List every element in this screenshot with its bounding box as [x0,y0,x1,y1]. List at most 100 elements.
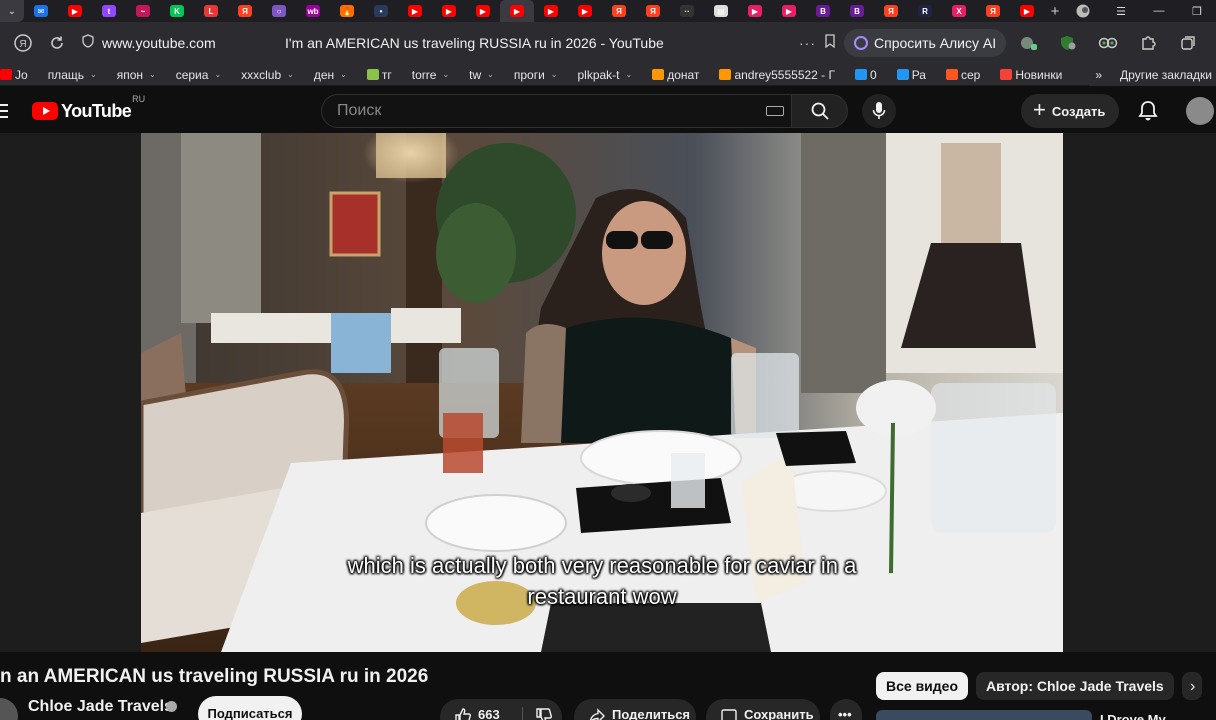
bookmarks-overflow-button[interactable]: » [1095,68,1102,82]
yandex-icon: Я [646,5,660,17]
filter-chip[interactable]: Все видео [876,672,969,700]
bookmark-item[interactable]: тг [366,68,392,82]
bookmark-item[interactable]: tw ⌄ [469,68,494,82]
extension-eyes-icon[interactable] [1090,28,1126,58]
voice-search-button[interactable] [862,94,896,128]
browser-tab[interactable]: ▶ [466,0,500,22]
bookmark-item[interactable]: япон ⌄ [117,68,156,82]
guide-menu-icon[interactable] [0,104,10,118]
bookmark-item[interactable]: xxxclub ⌄ [241,68,294,82]
browser-tab[interactable]: K [160,0,194,22]
save-button[interactable]: Сохранить [706,699,820,720]
share-button[interactable]: Поделиться [574,699,696,720]
browser-tab[interactable]: B [806,0,840,22]
menu-icon[interactable]: ☰ [1102,0,1140,22]
browser-tab[interactable]: ▶ [772,0,806,22]
alice-label: Спросить Алису AI [874,35,997,51]
reload-icon[interactable] [42,28,72,58]
tab-list-button[interactable]: ⌄ [0,0,24,22]
bookmark-item[interactable]: 0 [855,68,877,82]
browser-tab[interactable]: ▶ [738,0,772,22]
bookmark-item[interactable]: проги ⌄ [514,68,558,82]
channel-avatar[interactable] [0,698,18,720]
bookmark-label: xxxclub [241,67,282,82]
extensions-puzzle-icon[interactable] [1130,28,1166,58]
restore-button[interactable]: ❐ [1178,0,1216,22]
browser-tab[interactable]: ▤ [704,0,738,22]
filter-chip[interactable]: Автор: Chloe Jade Travels [976,672,1174,700]
more-icon[interactable]: ··· [799,35,816,51]
browser-tab[interactable]: B [840,0,874,22]
browser-tab[interactable]: ○ [262,0,296,22]
bookmark-item[interactable]: Jo [0,68,28,82]
subscribe-button[interactable]: Подписаться [198,696,302,720]
verified-badge-icon [166,701,177,712]
profile-icon[interactable] [1064,0,1102,22]
bookmark-item[interactable]: донат [652,68,699,82]
bookmark-item[interactable]: Новинки [1000,68,1062,82]
bookmark-label: япон [116,67,143,82]
recommended-thumbnail[interactable] [876,710,1092,720]
browser-tab[interactable]: Я [636,0,670,22]
alice-button[interactable]: Спросить Алису AI [844,29,1007,57]
browser-tab[interactable]: L [194,0,228,22]
search-input[interactable] [321,94,792,128]
browser-tab[interactable]: wb [296,0,330,22]
browser-tab[interactable]: t [92,0,126,22]
browser-tab[interactable]: ·· [670,0,704,22]
ring-icon: ○ [272,5,286,17]
recommended-title[interactable]: I Drove My [1100,712,1166,720]
browser-tab[interactable]: Я [228,0,262,22]
browser-tab[interactable]: ▶ [500,0,534,22]
bookmark-item[interactable]: ден ⌄ [314,68,347,82]
new-tab-button[interactable]: + [1044,0,1066,22]
browser-tab[interactable]: ▶ [534,0,568,22]
bookmark-item[interactable]: сер [945,68,980,82]
browser-tab[interactable]: ▶ [398,0,432,22]
browser-tab[interactable]: ▶ [568,0,602,22]
keyboard-icon[interactable] [766,106,784,116]
youtube-logo[interactable]: YouTube RU [32,94,145,122]
minimize-button[interactable]: — [1140,0,1178,22]
bookmark-item[interactable]: сериа ⌄ [176,68,221,82]
browser-tab[interactable]: X [942,0,976,22]
account-avatar[interactable] [1186,97,1214,125]
video-player[interactable]: which is actually both very reasonable f… [141,133,1063,652]
extension-shield-icon[interactable] [1050,28,1086,58]
notifications-bell-icon[interactable] [1138,100,1158,127]
chevron-down-icon: ⌄ [287,70,294,79]
browser-tab[interactable]: ~ [126,0,160,22]
more-actions-button[interactable]: ••• [830,699,862,720]
bookmark-icon[interactable] [824,33,836,53]
other-bookmarks-folder[interactable]: Другие закладки [1120,68,1212,82]
browser-tab[interactable]: Я [976,0,1010,22]
collections-icon[interactable] [1170,28,1206,58]
bookmark-label: проги [513,67,545,82]
browser-tab[interactable]: ✉ [24,0,58,22]
browser-tab[interactable]: 🔥 [330,0,364,22]
like-button[interactable]: 663 [440,699,562,720]
bookmark-item[interactable]: andrey5555522 - Г [719,68,835,82]
browser-tab[interactable]: ▶ [432,0,466,22]
fire-icon: 🔥 [340,5,354,17]
create-button[interactable]: + Создать [1021,94,1120,128]
channel-name[interactable]: Chloe Jade Travels [28,698,173,716]
browser-tab[interactable]: ▶ [58,0,92,22]
bookmark-item[interactable]: torre ⌄ [412,68,449,82]
video-title: n an AMERICAN us traveling RUSSIA ru in … [0,666,429,687]
bookmark-item[interactable]: Ра [896,68,926,82]
browser-tab[interactable]: • [364,0,398,22]
bookmark-item[interactable]: plkpak-t ⌄ [577,68,632,82]
svg-text:Я: Я [19,39,26,50]
url-field[interactable]: www.youtube.com I'm an AMERICAN us trave… [76,28,836,58]
bookmark-item[interactable]: плащь ⌄ [48,68,97,82]
browser-tab[interactable]: Я [874,0,908,22]
yandex-home-icon[interactable]: Я [8,28,38,58]
search-button[interactable] [792,94,848,128]
chevron-right-icon[interactable]: › [1190,678,1195,696]
extension-adblock-icon[interactable] [1010,28,1046,58]
browser-tab[interactable]: R [908,0,942,22]
browser-tab[interactable]: Я [602,0,636,22]
browser-tab[interactable]: ▶ [1010,0,1044,22]
bookmark-label: andrey5555522 - Г [734,67,836,82]
